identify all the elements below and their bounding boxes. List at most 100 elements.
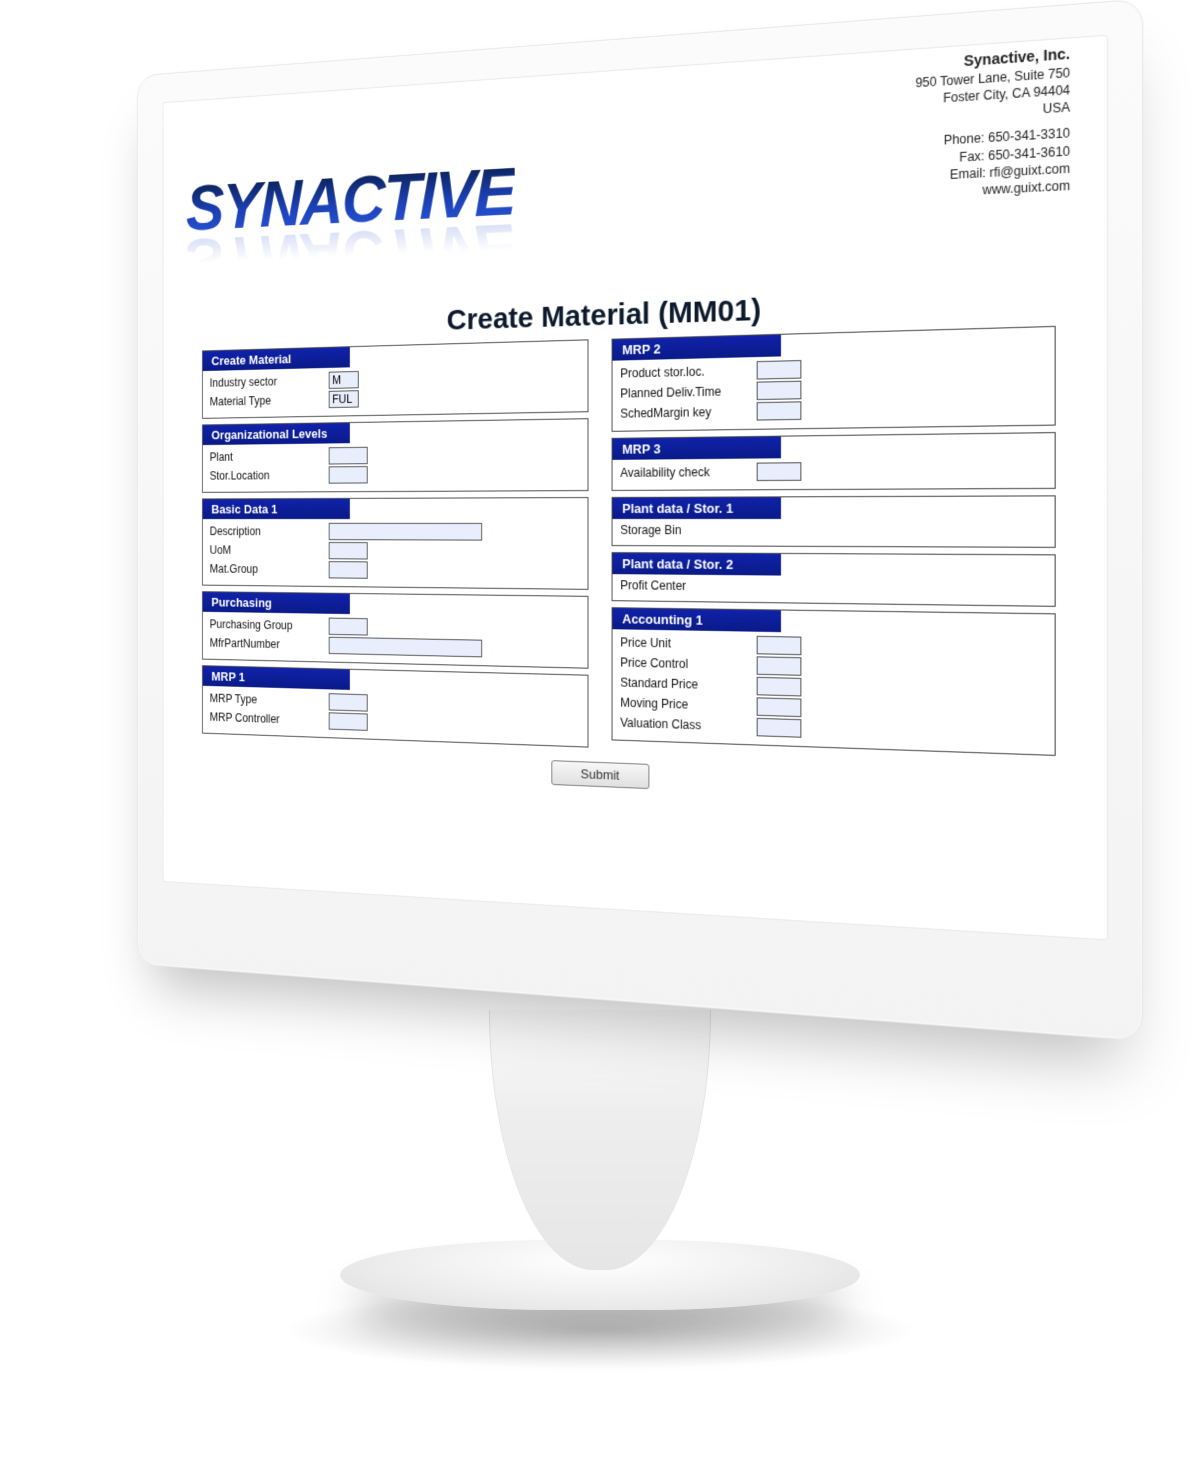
input-price-unit[interactable]: [757, 636, 802, 655]
form-column-right: MRP 2 Product stor.loc. Planned Deliv.Time…: [612, 326, 1056, 763]
input-industry-sector[interactable]: [329, 371, 359, 389]
section-body-plant-data-stor-2: Profit Center: [613, 574, 1055, 606]
section-body-organizational-levels: Plant Stor.Location: [203, 440, 588, 492]
input-price-control[interactable]: [757, 656, 802, 676]
input-material-type[interactable]: [329, 390, 359, 408]
field-row-plant: Plant: [210, 444, 580, 465]
label-stor-location: Stor.Location: [210, 468, 322, 482]
section-basic-data-1: Basic Data 1DescriptionUoMMat.Group: [202, 497, 588, 590]
label-plant: Plant: [210, 449, 322, 463]
label-valuation-class: Valuation Class: [620, 716, 748, 734]
screen: SYNACTIVE Synactive, Inc. 950 Tower Lane…: [163, 35, 1108, 941]
section-header-organizational-levels: Organizational Levels: [203, 423, 350, 445]
input-mrp-controller[interactable]: [329, 712, 368, 731]
field-row-price-unit: Price Unit: [620, 633, 1046, 660]
section-mrp-2: MRP 2 Product stor.loc. Planned Deliv.Time…: [612, 326, 1056, 432]
section-body-create-material: Industry sectorMaterial Type: [203, 361, 588, 418]
input-mrp-type[interactable]: [329, 693, 368, 711]
section-header-accounting-1: Accounting 1: [613, 608, 781, 632]
label-mat-group: Mat.Group: [210, 562, 322, 576]
section-mrp-3: MRP 3 Availability check: [612, 432, 1056, 491]
field-row-valuation-class: Valuation Class: [620, 714, 1046, 746]
company-info: Synactive, Inc. 950 Tower Lane, Suite 75…: [915, 44, 1070, 202]
company-email: Email: rfi@guixt.com: [915, 160, 1070, 185]
section-body-basic-data-1: DescriptionUoMMat.Group: [203, 519, 588, 589]
monitor-bezel: SYNACTIVE Synactive, Inc. 950 Tower Lane…: [137, 0, 1143, 1042]
logo-text: SYNACTIVE: [186, 162, 515, 238]
field-row-product-stor-loc: Product stor.loc.: [620, 354, 1046, 383]
label-availability-check: Availability check: [620, 465, 748, 480]
field-row-mat-group: Mat.Group: [210, 560, 580, 580]
input-valuation-class[interactable]: [757, 718, 802, 738]
form-column-left: Create MaterialIndustry sectorMaterial T…: [202, 339, 588, 753]
input-description[interactable]: [329, 523, 482, 541]
section-header-mrp-2: MRP 2: [613, 335, 781, 361]
section-header-mrp-1: MRP 1: [203, 666, 350, 690]
field-row-availability-check: Availability check: [620, 460, 1046, 482]
company-address-line1: 950 Tower Lane, Suite 750: [915, 64, 1070, 91]
field-row-schedmargin-key: SchedMargin key: [620, 397, 1046, 423]
form-columns: Create MaterialIndustry sectorMaterial T…: [186, 325, 1077, 772]
input-stor-location[interactable]: [329, 466, 368, 484]
company-fax: Fax: 650-341-3610: [915, 142, 1070, 168]
input-mfrpartnumber[interactable]: [329, 637, 482, 658]
input-purchasing-group[interactable]: [329, 618, 368, 636]
label-price-unit: Price Unit: [620, 635, 748, 652]
field-row-price-control: Price Control: [620, 653, 1046, 681]
section-organizational-levels: Organizational Levels Plant Stor.Location: [202, 418, 588, 493]
label-mrp-controller: MRP Controller: [210, 710, 322, 727]
section-header-plant-data-stor-2: Plant data / Stor. 2: [613, 553, 781, 575]
brand-logo: SYNACTIVE: [186, 162, 515, 238]
label-standard-price: Standard Price: [620, 676, 748, 694]
section-header-create-material: Create Material: [203, 347, 350, 371]
label-price-control: Price Control: [620, 655, 748, 672]
field-row-storage-bin: Storage Bin: [620, 523, 1046, 538]
input-mat-group[interactable]: [329, 561, 368, 579]
input-standard-price[interactable]: [757, 677, 802, 697]
label-industry-sector: Industry sector: [210, 374, 322, 390]
field-row-description: Description: [210, 523, 580, 541]
company-name: Synactive, Inc.: [915, 44, 1070, 75]
company-web: www.guixt.com: [915, 177, 1070, 202]
field-row-standard-price: Standard Price: [620, 673, 1046, 703]
label-planned-deliv-time: Planned Deliv.Time: [620, 384, 748, 401]
section-accounting-1: Accounting 1 Price Unit Price Control Stand…: [612, 607, 1056, 756]
section-body-mrp-1: MRP TypeMRP Controller: [203, 686, 588, 747]
section-create-material: Create MaterialIndustry sectorMaterial T…: [202, 339, 588, 419]
field-row-profit-center: Profit Center: [620, 578, 1046, 597]
monitor-stand-neck: [489, 1010, 711, 1270]
label-purchasing-group: Purchasing Group: [210, 618, 322, 633]
input-product-stor-loc[interactable]: [757, 360, 802, 380]
section-body-purchasing: Purchasing Group MfrPartNumber: [203, 612, 588, 668]
label-description: Description: [210, 525, 322, 538]
section-plant-data-stor-1: Plant data / Stor. 1 Storage Bin: [612, 495, 1056, 548]
label-moving-price: Moving Price: [620, 696, 748, 714]
section-body-mrp-3: Availability check: [613, 456, 1055, 490]
input-planned-deliv-time[interactable]: [757, 381, 802, 400]
section-header-plant-data-stor-1: Plant data / Stor. 1: [613, 497, 781, 519]
label-mfrpartnumber: MfrPartNumber: [210, 636, 322, 652]
label-product-stor-loc: Product stor.loc.: [620, 363, 748, 380]
field-row-moving-price: Moving Price: [620, 694, 1046, 725]
section-header-purchasing: Purchasing: [203, 592, 350, 614]
label-schedmargin-key: SchedMargin key: [620, 404, 748, 420]
section-header-basic-data-1: Basic Data 1: [203, 499, 350, 519]
input-schedmargin-key[interactable]: [757, 401, 802, 420]
section-header-mrp-3: MRP 3: [613, 437, 781, 460]
input-uom[interactable]: [329, 542, 368, 559]
label-mrp-type: MRP Type: [210, 692, 322, 709]
label-storage-bin: Storage Bin: [620, 523, 748, 537]
section-body-accounting-1: Price Unit Price Control Standard Price Mov…: [613, 629, 1055, 755]
input-availability-check[interactable]: [757, 462, 802, 481]
section-body-plant-data-stor-1: Storage Bin: [613, 519, 1055, 547]
submit-button[interactable]: Submit: [551, 760, 650, 789]
label-profit-center: Profit Center: [620, 578, 748, 594]
section-body-mrp-2: Product stor.loc. Planned Deliv.Time Sched…: [613, 349, 1055, 430]
company-address-line3: USA: [915, 99, 1070, 126]
company-phone: Phone: 650-341-3310: [915, 125, 1070, 151]
section-purchasing: Purchasing Purchasing Group MfrPartNumber: [202, 591, 588, 669]
section-plant-data-stor-2: Plant data / Stor. 2 Profit Center: [612, 552, 1056, 607]
input-moving-price[interactable]: [757, 697, 802, 717]
company-address-line2: Foster City, CA 94404: [915, 82, 1070, 109]
input-plant[interactable]: [329, 447, 368, 465]
